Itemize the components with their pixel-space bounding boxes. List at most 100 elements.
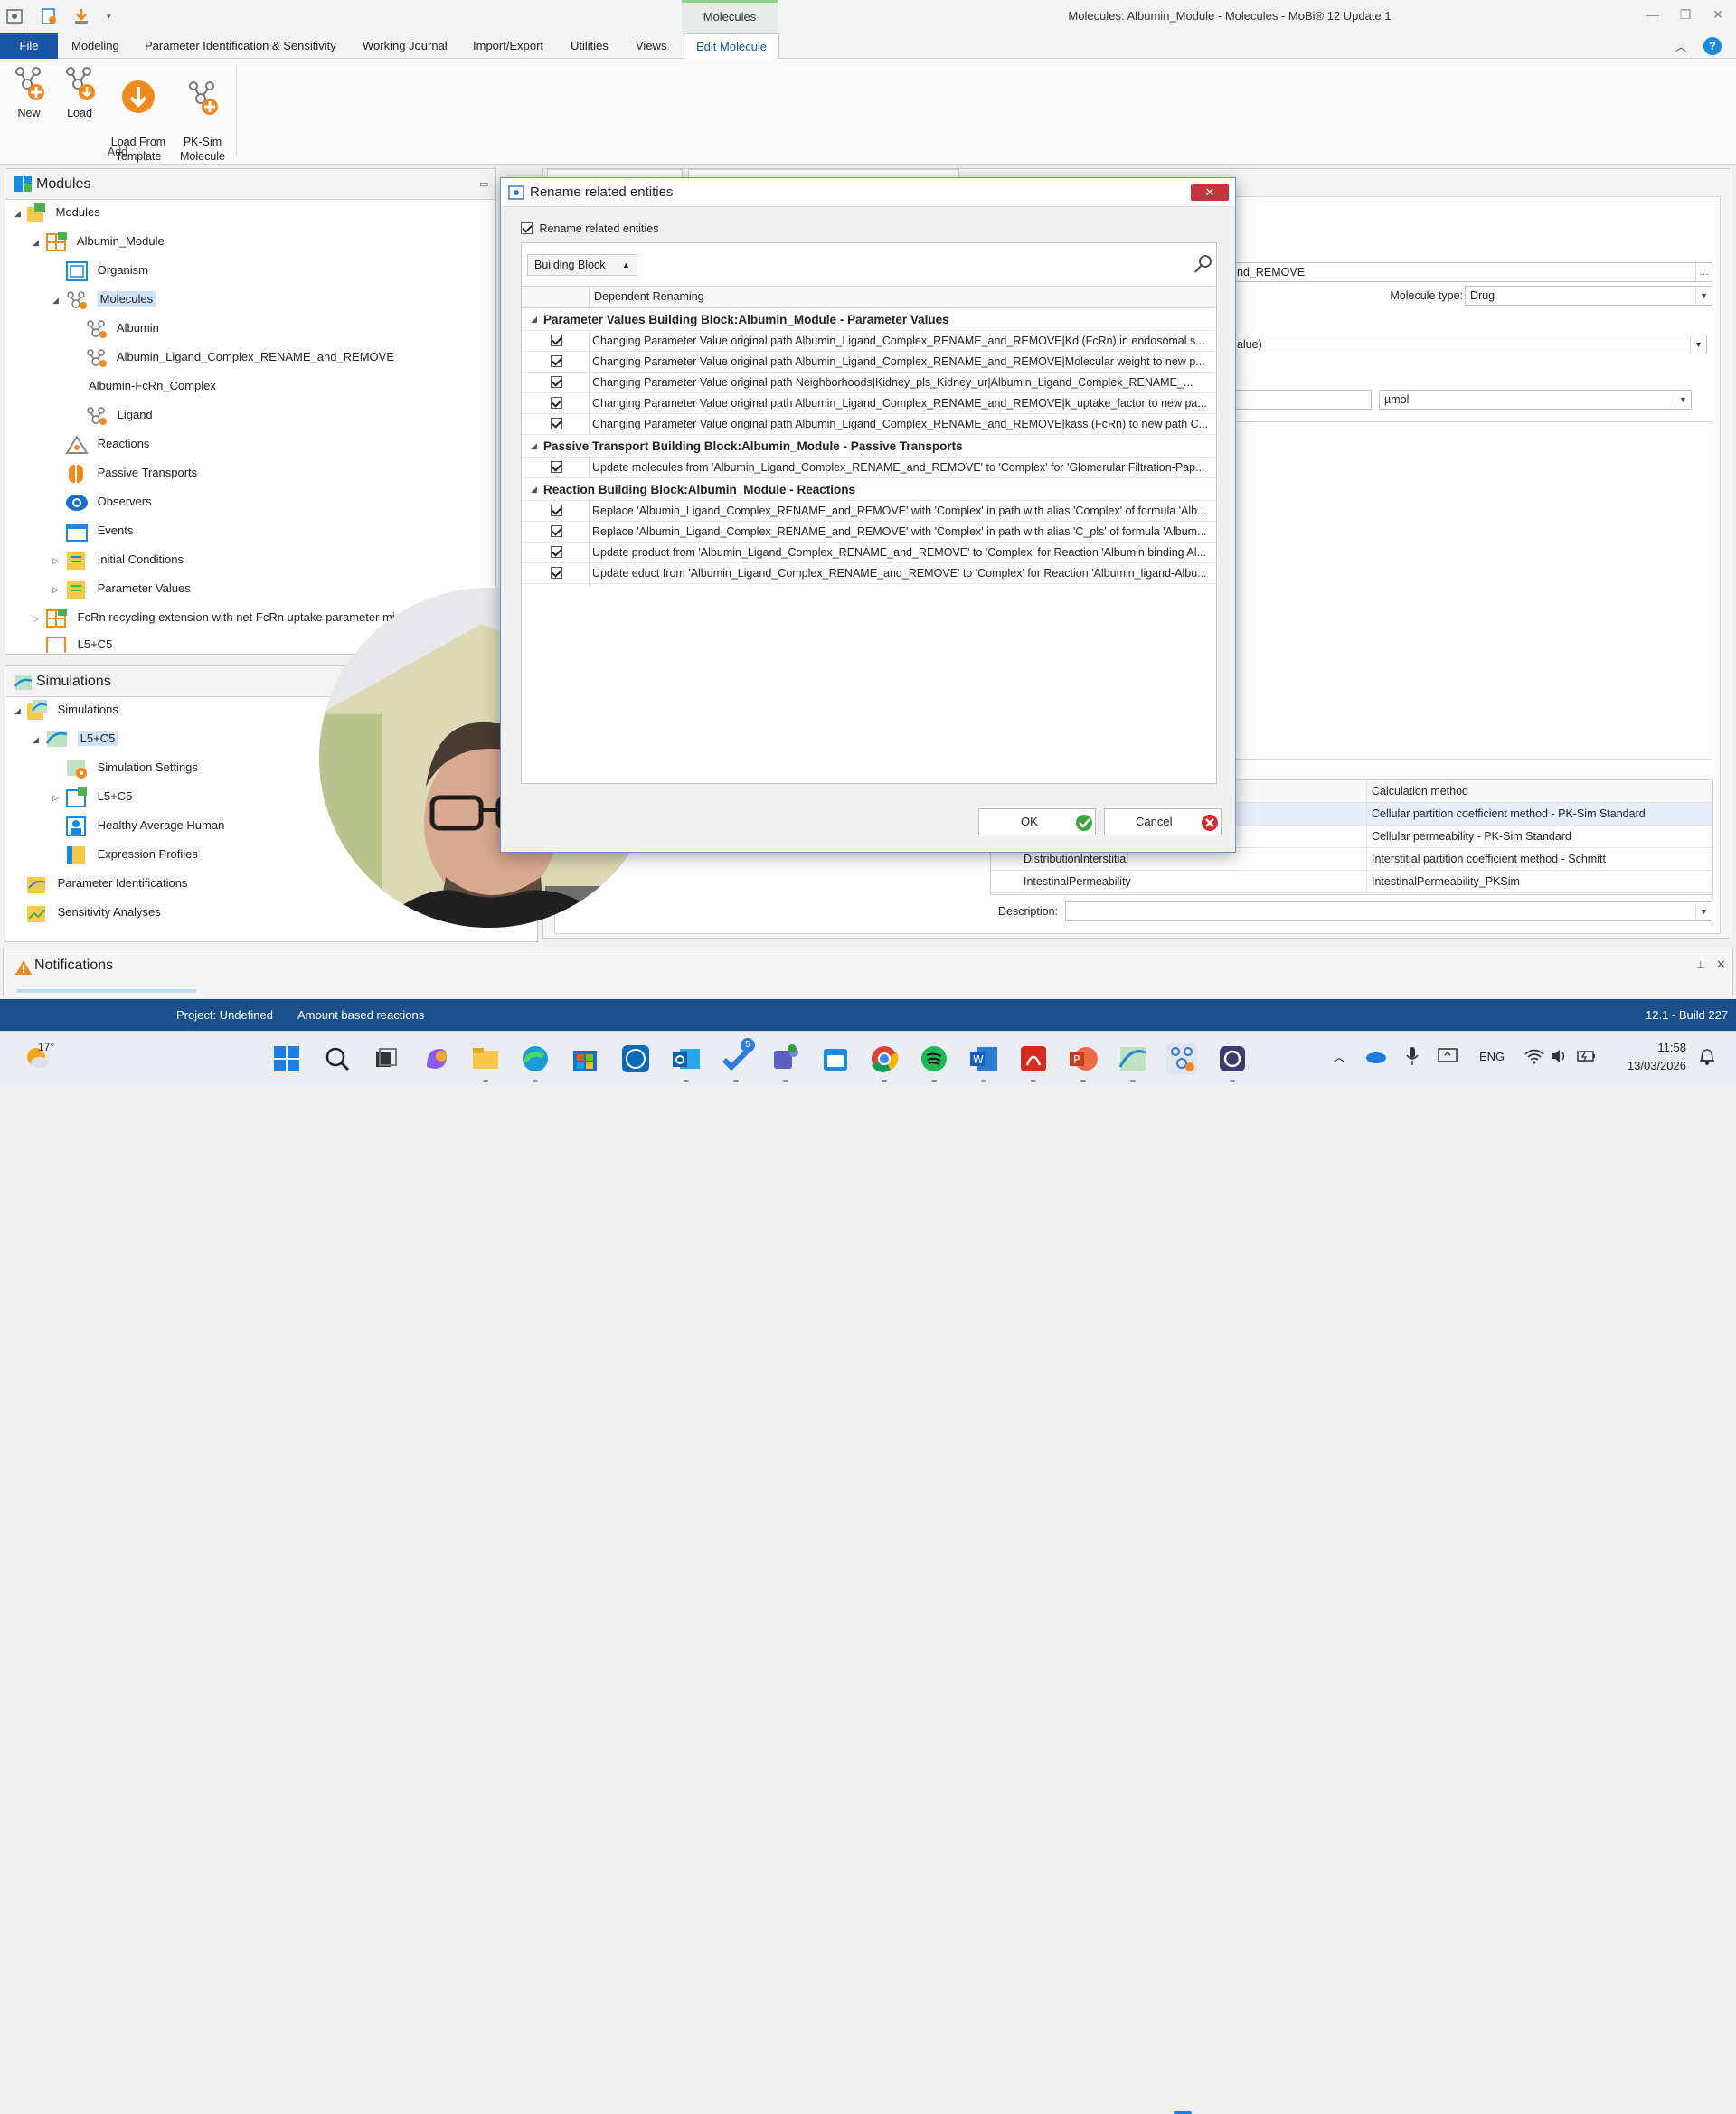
acrobat-icon[interactable]: [1018, 1043, 1049, 1074]
obs-icon[interactable]: [1217, 1043, 1248, 1074]
new-molecule-button[interactable]: New: [7, 64, 51, 120]
tab-import-export[interactable]: Import/Export: [461, 33, 555, 59]
calc-row-name[interactable]: IntestinalPermeability: [991, 871, 1367, 893]
tree-node-parameter-values[interactable]: Parameter Values: [65, 577, 191, 600]
collapse-icon[interactable]: ◢: [531, 435, 537, 458]
tree-node-organism[interactable]: Organism: [65, 259, 148, 282]
row-checkbox[interactable]: [551, 335, 562, 346]
group-row-reaction[interactable]: ◢ Reaction Building Block:Albumin_Module…: [522, 478, 1216, 501]
ellipsis-button-icon[interactable]: …: [1695, 263, 1712, 281]
expander-icon[interactable]: ▷: [52, 556, 59, 566]
tree-node-l5c5-module[interactable]: L5+C5: [45, 633, 112, 653]
amount-value-field[interactable]: [1231, 390, 1372, 410]
table-row[interactable]: Update educt from 'Albumin_Ligand_Comple…: [522, 563, 1216, 584]
language-indicator[interactable]: ENG: [1479, 1050, 1505, 1063]
edge-icon[interactable]: [520, 1043, 551, 1074]
description-field[interactable]: ▼: [1065, 901, 1712, 921]
row-checkbox[interactable]: [551, 418, 562, 429]
row-checkbox[interactable]: [551, 567, 562, 579]
tree-node-fcrn-recycling-module[interactable]: FcRn recycling extension with net FcRn u…: [45, 606, 395, 629]
tree-node-albumin-module[interactable]: Albumin_Module: [45, 230, 165, 253]
tree-node-simulation-settings[interactable]: Simulation Settings: [65, 756, 198, 779]
row-checkbox[interactable]: [551, 525, 562, 537]
close-panel-icon[interactable]: ✕: [1716, 958, 1726, 972]
file-explorer-icon[interactable]: [470, 1043, 501, 1074]
unit-select[interactable]: µmol ▼: [1379, 390, 1692, 410]
dell-icon[interactable]: [620, 1043, 651, 1074]
ok-button[interactable]: OK: [978, 808, 1096, 835]
sort-ascending-icon[interactable]: ▲: [622, 255, 630, 275]
tab-file[interactable]: File: [0, 33, 58, 59]
start-windows-icon[interactable]: [271, 1043, 302, 1074]
expander-icon[interactable]: ◢: [14, 706, 21, 716]
expander-icon[interactable]: ◢: [14, 209, 21, 219]
new-project-icon[interactable]: [40, 7, 58, 25]
search-icon[interactable]: [322, 1043, 353, 1074]
quick-access-dropdown-icon[interactable]: ▾: [107, 7, 125, 25]
calc-row-method[interactable]: Cellular permeability - PK-Sim Standard: [1367, 826, 1712, 848]
collapse-ribbon-icon[interactable]: ︿: [1675, 39, 1686, 54]
tab-parameter-identification[interactable]: Parameter Identification & Sensitivity: [133, 33, 348, 59]
collapse-icon[interactable]: ◢: [531, 308, 537, 331]
pin-icon[interactable]: ⊥: [1696, 959, 1705, 971]
tree-node-modules[interactable]: Modules: [25, 201, 100, 224]
tab-utilities[interactable]: Utilities: [559, 33, 620, 59]
collapse-icon[interactable]: ◢: [531, 478, 537, 501]
row-checkbox[interactable]: [551, 461, 562, 473]
save-icon[interactable]: [72, 7, 90, 25]
tree-node-albumin-ligand-complex[interactable]: Albumin_Ligand_Complex_RENAME_and_REMOVE: [85, 345, 394, 369]
calc-row-method[interactable]: Cellular partition coefficient method - …: [1367, 803, 1712, 826]
expander-icon[interactable]: ▷: [33, 614, 39, 624]
cancel-button[interactable]: Cancel: [1104, 808, 1222, 835]
expander-icon[interactable]: ▷: [52, 585, 59, 595]
volume-icon[interactable]: [1550, 1048, 1568, 1067]
row-checkbox[interactable]: [551, 355, 562, 367]
expander-icon[interactable]: ◢: [33, 238, 39, 248]
close-window-icon[interactable]: ✕: [1707, 7, 1729, 25]
powerpoint-icon[interactable]: P: [1068, 1043, 1099, 1074]
table-row[interactable]: Changing Parameter Value original path A…: [522, 414, 1216, 435]
table-row[interactable]: Changing Parameter Value original path N…: [522, 373, 1216, 393]
tree-node-observers[interactable]: Observers: [65, 490, 152, 514]
minimize-icon[interactable]: —: [1642, 7, 1664, 25]
battery-icon[interactable]: [1577, 1048, 1597, 1067]
tree-node-expression-profiles[interactable]: Expression Profiles: [65, 843, 198, 866]
tab-edit-molecule[interactable]: Edit Molecule: [684, 33, 780, 60]
search-icon[interactable]: [1194, 254, 1213, 274]
molecule-type-select[interactable]: Drug ▼: [1465, 286, 1712, 306]
outlook-icon[interactable]: [671, 1043, 702, 1074]
mobi-icon[interactable]: [1166, 1043, 1197, 1074]
help-icon[interactable]: ?: [1703, 37, 1722, 55]
row-checkbox[interactable]: [551, 397, 562, 409]
tab-working-journal[interactable]: Working Journal: [351, 33, 459, 59]
group-row-passive-transport[interactable]: ◢ Passive Transport Building Block:Album…: [522, 435, 1216, 458]
group-by-building-block-chip[interactable]: Building Block ▲: [527, 254, 637, 276]
notifications-bell-icon[interactable]: [1698, 1046, 1716, 1069]
wifi-icon[interactable]: [1524, 1048, 1544, 1067]
tree-node-simulation-l5c5[interactable]: L5+C5: [45, 727, 118, 750]
expander-icon[interactable]: ◢: [33, 735, 39, 745]
microphone-icon[interactable]: [1405, 1046, 1420, 1069]
todo-icon[interactable]: 5: [721, 1038, 755, 1074]
word-icon[interactable]: W: [968, 1043, 999, 1074]
tree-node-healthy-average-human[interactable]: Healthy Average Human: [65, 814, 224, 837]
table-row[interactable]: Replace 'Albumin_Ligand_Complex_RENAME_a…: [522, 501, 1216, 522]
teams-icon[interactable]: [770, 1043, 801, 1074]
pk-sim-molecule-button[interactable]: PK-Sim Molecule: [175, 64, 230, 164]
expander-icon[interactable]: ◢: [52, 296, 59, 306]
copilot-icon[interactable]: [421, 1043, 452, 1074]
chrome-icon[interactable]: [869, 1043, 900, 1074]
tree-node-molecules[interactable]: Molecules: [65, 288, 156, 311]
tree-node-events[interactable]: Events: [65, 519, 133, 543]
molecule-name-field[interactable]: nd_REMOVE …: [1231, 262, 1712, 282]
tray-overflow-icon[interactable]: ︿: [1333, 1048, 1345, 1066]
tree-node-passive-transports[interactable]: Passive Transports: [65, 461, 197, 485]
tree-node-albumin-fcrn-complex[interactable]: Albumin-FcRn_Complex: [85, 374, 216, 398]
table-row[interactable]: Update molecules from 'Albumin_Ligand_Co…: [522, 458, 1216, 478]
clock-time[interactable]: 11:58: [1623, 1041, 1686, 1054]
tree-node-ligand[interactable]: Ligand: [85, 403, 153, 427]
calendar-app-icon[interactable]: [820, 1043, 851, 1074]
screen-share-icon[interactable]: [1438, 1046, 1458, 1067]
clock-date[interactable]: 13/03/2026: [1605, 1059, 1686, 1072]
expander-icon[interactable]: ▷: [52, 793, 59, 803]
